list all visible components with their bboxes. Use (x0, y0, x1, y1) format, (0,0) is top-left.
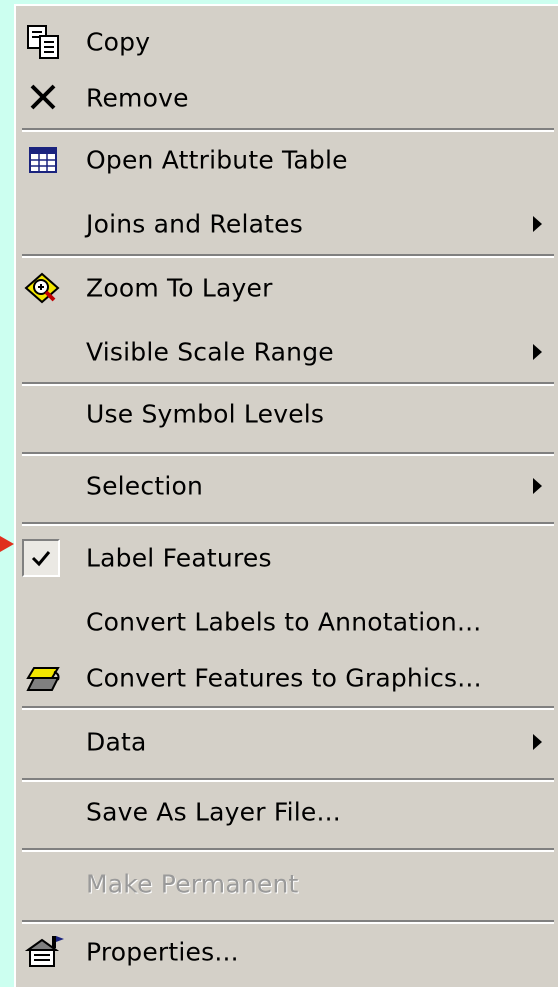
menu-item-convert-labels[interactable]: Convert Labels to Annotation... (16, 594, 558, 650)
table-icon (29, 147, 57, 173)
remove-icon (30, 84, 56, 110)
menu-separator (22, 254, 554, 258)
menu-item-label: Save As Layer File... (86, 797, 341, 827)
menu-item-make-permanent: Make Permanent (16, 856, 558, 912)
submenu-arrow-icon (533, 734, 542, 750)
menu-item-selection[interactable]: Selection (16, 458, 558, 514)
properties-icon (24, 936, 64, 967)
submenu-arrow-icon (533, 478, 542, 494)
checkmark-icon (31, 551, 51, 567)
menu-item-convert-features[interactable]: Convert Features to Graphics... (16, 650, 558, 706)
submenu-arrow-icon (533, 344, 542, 360)
menu-item-visible-scale-range[interactable]: Visible Scale Range (16, 324, 558, 380)
menu-item-data[interactable]: Data (16, 714, 558, 770)
menu-item-label: Visible Scale Range (86, 337, 334, 367)
checkmark-box (22, 539, 60, 577)
zoom-layer-icon (24, 272, 60, 304)
menu-item-label: Joins and Relates (86, 209, 303, 239)
menu-item-remove[interactable]: Remove (16, 70, 558, 126)
menu-item-label: Label Features (86, 543, 272, 573)
red-arrow-pointer (0, 536, 14, 552)
menu-item-properties[interactable]: Properties... (16, 924, 558, 980)
menu-separator (22, 706, 554, 710)
menu-item-label: Convert Labels to Annotation... (86, 607, 482, 637)
menu-item-use-symbol-levels[interactable]: Use Symbol Levels (16, 386, 558, 442)
menu-item-open-attribute-table[interactable]: Open Attribute Table (16, 132, 558, 188)
menu-item-label: Properties... (86, 937, 239, 967)
layer-context-menu: Copy Remove Open Attribute Table Joins a… (14, 4, 558, 987)
menu-item-joins-and-relates[interactable]: Joins and Relates (16, 196, 558, 252)
menu-item-label: Use Symbol Levels (86, 399, 325, 429)
menu-item-label: Remove (86, 83, 189, 113)
copy-icon (27, 25, 59, 59)
menu-item-copy[interactable]: Copy (16, 14, 558, 70)
menu-item-save-as-layer-file[interactable]: Save As Layer File... (16, 784, 558, 840)
menu-item-label: Data (86, 727, 147, 757)
menu-separator (22, 848, 554, 852)
menu-item-zoom-to-layer[interactable]: Zoom To Layer (16, 260, 558, 316)
menu-item-label-features[interactable]: Label Features (16, 530, 558, 586)
menu-separator (22, 522, 554, 526)
menu-separator (22, 452, 554, 456)
menu-separator (22, 778, 554, 782)
menu-item-label: Make Permanent (86, 869, 299, 899)
menu-item-label: Convert Features to Graphics... (86, 663, 482, 693)
menu-item-label: Selection (86, 471, 204, 501)
submenu-arrow-icon (533, 216, 542, 232)
menu-item-label: Open Attribute Table (86, 145, 348, 175)
menu-item-label: Copy (86, 27, 151, 57)
menu-item-label: Zoom To Layer (86, 273, 273, 303)
convert-graphics-icon (26, 667, 60, 691)
